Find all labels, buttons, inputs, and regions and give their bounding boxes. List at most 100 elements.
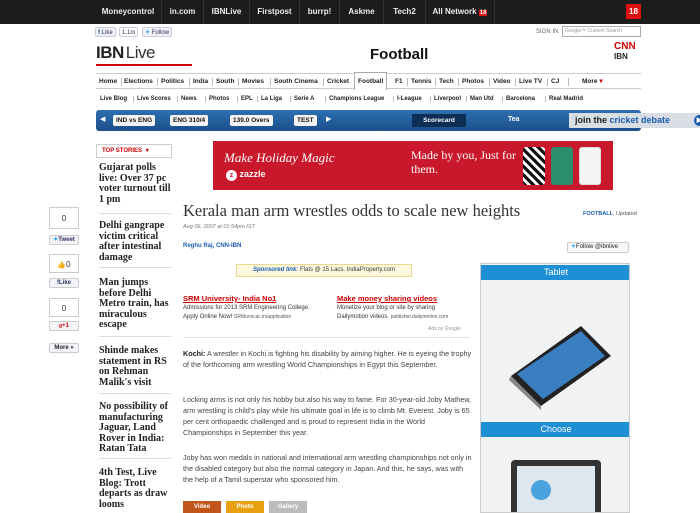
- article-updated: Updated: [616, 211, 637, 217]
- subnav-epl[interactable]: EPL: [241, 93, 253, 105]
- tweet-label: Tweet: [58, 237, 75, 243]
- ads-by-google[interactable]: Ads by Google: [428, 326, 461, 332]
- tab-video[interactable]: Video: [183, 501, 221, 513]
- network-link-tech2[interactable]: Tech2: [383, 0, 425, 24]
- story-link[interactable]: Gujarat polls live: Over 37 pc voter tur…: [99, 162, 171, 205]
- nav-separator: [157, 78, 158, 86]
- subnav-live-scores[interactable]: Live Scores: [137, 93, 171, 105]
- subnav-separator: [430, 96, 431, 102]
- tweet-button[interactable]: ✦Tweet: [49, 235, 79, 245]
- sponsored-link[interactable]: Sponsored link: Flats @ 15 Lacs. IndiaPr…: [236, 264, 412, 277]
- nav-south[interactable]: South: [216, 74, 234, 89]
- match-format: TEST: [294, 115, 317, 126]
- nav-separator: [323, 78, 324, 86]
- story-link[interactable]: Delhi gangrape victim critical after int…: [99, 220, 171, 263]
- text-ad[interactable]: Make money sharing videos Monetize your …: [337, 294, 487, 321]
- network18-logo[interactable]: 18: [626, 4, 641, 19]
- subnav-liverpool[interactable]: Liverpool: [434, 93, 461, 105]
- ibnlive-logo[interactable]: IBN Live: [96, 43, 192, 66]
- gplus-button[interactable]: g+1: [49, 321, 79, 331]
- nav-live-tv[interactable]: Live TV: [519, 74, 542, 89]
- nav-politics[interactable]: Politics: [161, 74, 184, 89]
- nav-cj[interactable]: CJ: [551, 74, 559, 89]
- top-stories-dropdown[interactable]: TOP STORIES ▾: [96, 144, 172, 158]
- signin-link[interactable]: SIGN IN: [536, 29, 558, 35]
- nav-separator: [489, 78, 490, 86]
- nav-video[interactable]: Video: [493, 74, 511, 89]
- network-bar: Moneycontrol in.com IBNLive Firstpost bu…: [0, 0, 700, 24]
- nav-separator: [270, 78, 271, 86]
- fb-like-widget[interactable]: 👍0: [49, 254, 79, 273]
- fb-like-button[interactable]: fLike: [49, 278, 79, 288]
- story-link[interactable]: No possibility of manufacturing Jaguar, …: [99, 401, 171, 455]
- network-link-askme[interactable]: Askme: [339, 0, 383, 24]
- ad-tagline: Made by you, Just for them.: [411, 148, 516, 176]
- nav-elections[interactable]: Elections: [124, 74, 153, 89]
- all-network-label: All Network: [432, 7, 477, 16]
- tweet-count: 0: [49, 207, 79, 229]
- fb-like-icon: f: [98, 30, 100, 36]
- subnav-news[interactable]: News: [181, 93, 197, 105]
- subnav-i-league[interactable]: I-League: [397, 93, 422, 105]
- nav-separator: [407, 78, 408, 86]
- score-next-icon[interactable]: ▶: [326, 114, 336, 126]
- nav-home[interactable]: Home: [99, 74, 117, 89]
- nav-separator: [121, 78, 122, 86]
- fb-like-button[interactable]: f Like: [95, 27, 116, 37]
- scorecard-button[interactable]: Scorecard: [412, 114, 466, 127]
- network-link-moneycontrol[interactable]: Moneycontrol: [95, 0, 161, 24]
- story-divider: [99, 336, 171, 337]
- subnav-live-blog[interactable]: Live Blog: [100, 93, 127, 105]
- paragraph-text: A wrestler in Kochi is fighting his disa…: [183, 349, 472, 369]
- story-link[interactable]: 4th Test, Live Blog: Trott departs as dr…: [99, 467, 171, 510]
- subnav-la-liga[interactable]: La Liga: [261, 93, 282, 105]
- cricket-debate-link[interactable]: join the cricket debate ▶: [569, 113, 700, 128]
- top-stories-label: TOP STORIES: [102, 148, 143, 154]
- subnav-photos[interactable]: Photos: [209, 93, 229, 105]
- more-share-button[interactable]: More »: [49, 343, 79, 353]
- text-ad[interactable]: SRM University- India No1 Admissions for…: [183, 294, 333, 321]
- network-link-in[interactable]: in.com: [161, 0, 203, 24]
- match-teams[interactable]: IND vs ENG: [113, 115, 156, 126]
- all-network-menu[interactable]: All Network 18: [425, 0, 495, 24]
- match-status: Tea: [508, 116, 520, 123]
- nav-india[interactable]: India: [193, 74, 208, 89]
- zazzle-banner-ad[interactable]: Make Holiday Magic z zazzle Made by you,…: [213, 141, 613, 190]
- subnav-barcelona[interactable]: Barcelona: [506, 93, 535, 105]
- nav-photos[interactable]: Photos: [462, 74, 484, 89]
- tab-photo[interactable]: Photo: [226, 501, 264, 513]
- subnav-real-madrid[interactable]: Real Madrid: [549, 93, 583, 105]
- search-input[interactable]: Google™ Custom Search: [562, 26, 641, 37]
- story-link[interactable]: Man jumps before Delhi Metro train, has …: [99, 277, 171, 331]
- twitter-follow-button[interactable]: ✦ Follow: [142, 27, 173, 37]
- logo-ibn: IBN: [96, 43, 124, 62]
- text-ad-title[interactable]: SRM University- India No1: [183, 294, 333, 303]
- nav-tech[interactable]: Tech: [439, 74, 454, 89]
- tablet-side-ad[interactable]: Tablet Choose: [480, 263, 630, 513]
- network-link-firstpost[interactable]: Firstpost: [249, 0, 299, 24]
- tablet-image: [509, 326, 611, 410]
- network-link-burrp[interactable]: burrp!: [299, 0, 339, 24]
- nav-south-cinema[interactable]: South Cinema: [274, 74, 318, 89]
- article-author[interactable]: Reghu Raj, CNN-IBN: [183, 243, 241, 249]
- nav-separator: [515, 78, 516, 86]
- nav-cricket[interactable]: Cricket: [327, 74, 349, 89]
- subnav-man-utd[interactable]: Man Utd: [470, 93, 494, 105]
- text-ad-line: Apply Online Now! SRMuniv.ac.in/applicat…: [183, 313, 333, 321]
- score-prev-icon[interactable]: ◀: [100, 114, 110, 126]
- subnav-separator: [290, 96, 291, 102]
- subnav-champions-league[interactable]: Champions League: [329, 93, 384, 105]
- text-ad-title[interactable]: Make money sharing videos: [337, 294, 487, 303]
- tab-gallery[interactable]: Gallery: [269, 501, 307, 513]
- nav-f1[interactable]: F1: [395, 74, 403, 89]
- subnav-serie-a[interactable]: Serie A: [294, 93, 314, 105]
- story-link[interactable]: Shinde makes statement in RS on Rehman M…: [99, 345, 171, 388]
- nav-more[interactable]: More ▾: [582, 74, 603, 89]
- article-category[interactable]: FOOTBALL: [583, 211, 613, 217]
- cnn-ibn-logo[interactable]: CNN IBN: [614, 42, 644, 62]
- network-link-ibnlive[interactable]: IBNLive: [203, 0, 249, 24]
- nav-tennis[interactable]: Tennis: [411, 74, 431, 89]
- nav-football[interactable]: Football: [354, 72, 388, 90]
- nav-movies[interactable]: Movies: [242, 74, 264, 89]
- twitter-follow-button[interactable]: ✦Follow @ibnlive: [567, 242, 629, 253]
